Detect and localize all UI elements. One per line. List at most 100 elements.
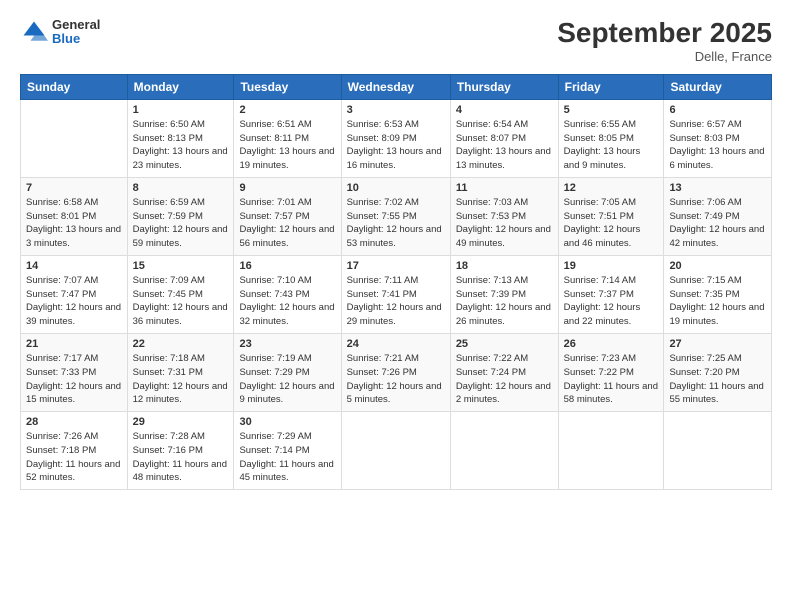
- day-number: 23: [239, 338, 335, 350]
- calendar-cell: [558, 412, 664, 490]
- location: Delle, France: [557, 49, 772, 64]
- calendar-cell: 13 Sunrise: 7:06 AM Sunset: 7:49 PM Dayli…: [664, 177, 772, 255]
- calendar-cell: 17 Sunrise: 7:11 AM Sunset: 7:41 PM Dayli…: [341, 255, 450, 333]
- logo-icon: [20, 18, 48, 46]
- header: General Blue September 2025 Delle, Franc…: [20, 18, 772, 64]
- day-number: 13: [669, 182, 766, 194]
- day-number: 1: [133, 104, 229, 116]
- calendar-cell: 5Sunrise: 6:55 AM Sunset: 8:05 PM Daylig…: [558, 99, 664, 177]
- day-header-monday: Monday: [127, 74, 234, 99]
- day-number: 4: [456, 104, 553, 116]
- calendar-cell: 20 Sunrise: 7:15 AM Sunset: 7:35 PM Dayli…: [664, 255, 772, 333]
- calendar-cell: 30Sunrise: 7:29 AM Sunset: 7:14 PM Dayli…: [234, 412, 341, 490]
- calendar-cell: 25Sunrise: 7:22 AM Sunset: 7:24 PM Dayli…: [450, 333, 558, 411]
- day-number: 18: [456, 260, 553, 272]
- calendar-cell: 16 Sunrise: 7:10 AM Sunset: 7:43 PM Dayli…: [234, 255, 341, 333]
- day-info: Sunrise: 6:53 AM Sunset: 8:09 PM Dayligh…: [347, 118, 445, 173]
- day-number: 29: [133, 416, 229, 428]
- calendar-cell: 12Sunrise: 7:05 AM Sunset: 7:51 PM Dayli…: [558, 177, 664, 255]
- day-info: Sunrise: 7:22 AM Sunset: 7:24 PM Dayligh…: [456, 352, 553, 407]
- calendar-cell: [450, 412, 558, 490]
- calendar-cell: [664, 412, 772, 490]
- day-number: 22: [133, 338, 229, 350]
- month-title: September 2025: [557, 18, 772, 49]
- day-number: 14: [26, 260, 122, 272]
- calendar-week-5: 28Sunrise: 7:26 AM Sunset: 7:18 PM Dayli…: [21, 412, 772, 490]
- day-info: Sunrise: 7:28 AM Sunset: 7:16 PM Dayligh…: [133, 430, 229, 485]
- day-info: Sunrise: 7:14 AM Sunset: 7:37 PM Dayligh…: [564, 274, 659, 329]
- day-number: 19: [564, 260, 659, 272]
- day-info: Sunrise: 7:15 AM Sunset: 7:35 PM Dayligh…: [669, 274, 766, 329]
- day-header-friday: Friday: [558, 74, 664, 99]
- calendar-cell: 9 Sunrise: 7:01 AM Sunset: 7:57 PM Daylig…: [234, 177, 341, 255]
- calendar-cell: 29 Sunrise: 7:28 AM Sunset: 7:16 PM Dayli…: [127, 412, 234, 490]
- day-number: 6: [669, 104, 766, 116]
- day-number: 27: [669, 338, 766, 350]
- day-info: Sunrise: 7:07 AM Sunset: 7:47 PM Dayligh…: [26, 274, 122, 329]
- calendar-cell: 1Sunrise: 6:50 AM Sunset: 8:13 PM Daylig…: [127, 99, 234, 177]
- day-number: 21: [26, 338, 122, 350]
- day-info: Sunrise: 6:51 AM Sunset: 8:11 PM Dayligh…: [239, 118, 335, 173]
- calendar-cell: 2Sunrise: 6:51 AM Sunset: 8:11 PM Daylig…: [234, 99, 341, 177]
- day-number: 15: [133, 260, 229, 272]
- day-number: 3: [347, 104, 445, 116]
- calendar-cell: 11 Sunrise: 7:03 AM Sunset: 7:53 PM Dayli…: [450, 177, 558, 255]
- day-info: Sunrise: 7:18 AM Sunset: 7:31 PM Dayligh…: [133, 352, 229, 407]
- calendar-week-3: 14 Sunrise: 7:07 AM Sunset: 7:47 PM Dayli…: [21, 255, 772, 333]
- calendar-cell: [341, 412, 450, 490]
- day-info: Sunrise: 7:26 AM Sunset: 7:18 PM Dayligh…: [26, 430, 122, 485]
- calendar-cell: 23 Sunrise: 7:19 AM Sunset: 7:29 PM Dayli…: [234, 333, 341, 411]
- logo-blue-text: Blue: [52, 32, 100, 46]
- day-number: 11: [456, 182, 553, 194]
- day-info: Sunrise: 7:09 AM Sunset: 7:45 PM Dayligh…: [133, 274, 229, 329]
- calendar-cell: 6 Sunrise: 6:57 AM Sunset: 8:03 PM Daylig…: [664, 99, 772, 177]
- day-info: Sunrise: 7:19 AM Sunset: 7:29 PM Dayligh…: [239, 352, 335, 407]
- logo: General Blue: [20, 18, 100, 47]
- day-number: 16: [239, 260, 335, 272]
- day-info: Sunrise: 7:01 AM Sunset: 7:57 PM Dayligh…: [239, 196, 335, 251]
- calendar-cell: 7Sunrise: 6:58 AM Sunset: 8:01 PM Daylig…: [21, 177, 128, 255]
- day-header-sunday: Sunday: [21, 74, 128, 99]
- day-header-thursday: Thursday: [450, 74, 558, 99]
- calendar-cell: 21 Sunrise: 7:17 AM Sunset: 7:33 PM Dayli…: [21, 333, 128, 411]
- day-number: 10: [347, 182, 445, 194]
- day-info: Sunrise: 7:25 AM Sunset: 7:20 PM Dayligh…: [669, 352, 766, 407]
- day-info: Sunrise: 7:13 AM Sunset: 7:39 PM Dayligh…: [456, 274, 553, 329]
- day-info: Sunrise: 7:03 AM Sunset: 7:53 PM Dayligh…: [456, 196, 553, 251]
- calendar-cell: 10 Sunrise: 7:02 AM Sunset: 7:55 PM Dayli…: [341, 177, 450, 255]
- calendar-cell: 27 Sunrise: 7:25 AM Sunset: 7:20 PM Dayli…: [664, 333, 772, 411]
- calendar-cell: 3 Sunrise: 6:53 AM Sunset: 8:09 PM Daylig…: [341, 99, 450, 177]
- day-number: 20: [669, 260, 766, 272]
- calendar-cell: 19 Sunrise: 7:14 AM Sunset: 7:37 PM Dayli…: [558, 255, 664, 333]
- calendar-week-4: 21 Sunrise: 7:17 AM Sunset: 7:33 PM Dayli…: [21, 333, 772, 411]
- day-info: Sunrise: 6:55 AM Sunset: 8:05 PM Dayligh…: [564, 118, 659, 173]
- day-info: Sunrise: 7:11 AM Sunset: 7:41 PM Dayligh…: [347, 274, 445, 329]
- day-number: 7: [26, 182, 122, 194]
- day-number: 9: [239, 182, 335, 194]
- day-info: Sunrise: 7:23 AM Sunset: 7:22 PM Dayligh…: [564, 352, 659, 407]
- calendar-week-2: 7Sunrise: 6:58 AM Sunset: 8:01 PM Daylig…: [21, 177, 772, 255]
- day-info: Sunrise: 7:17 AM Sunset: 7:33 PM Dayligh…: [26, 352, 122, 407]
- day-info: Sunrise: 6:57 AM Sunset: 8:03 PM Dayligh…: [669, 118, 766, 173]
- calendar-cell: 22 Sunrise: 7:18 AM Sunset: 7:31 PM Dayli…: [127, 333, 234, 411]
- calendar-cell: 8Sunrise: 6:59 AM Sunset: 7:59 PM Daylig…: [127, 177, 234, 255]
- day-info: Sunrise: 7:02 AM Sunset: 7:55 PM Dayligh…: [347, 196, 445, 251]
- calendar-cell: 15 Sunrise: 7:09 AM Sunset: 7:45 PM Dayli…: [127, 255, 234, 333]
- calendar-cell: [21, 99, 128, 177]
- day-info: Sunrise: 7:05 AM Sunset: 7:51 PM Dayligh…: [564, 196, 659, 251]
- day-info: Sunrise: 7:06 AM Sunset: 7:49 PM Dayligh…: [669, 196, 766, 251]
- day-number: 26: [564, 338, 659, 350]
- day-header-tuesday: Tuesday: [234, 74, 341, 99]
- calendar-cell: 26 Sunrise: 7:23 AM Sunset: 7:22 PM Dayli…: [558, 333, 664, 411]
- calendar-cell: 14 Sunrise: 7:07 AM Sunset: 7:47 PM Dayli…: [21, 255, 128, 333]
- calendar-cell: 4 Sunrise: 6:54 AM Sunset: 8:07 PM Daylig…: [450, 99, 558, 177]
- calendar-table: SundayMondayTuesdayWednesdayThursdayFrid…: [20, 74, 772, 490]
- day-header-saturday: Saturday: [664, 74, 772, 99]
- day-info: Sunrise: 6:54 AM Sunset: 8:07 PM Dayligh…: [456, 118, 553, 173]
- day-number: 30: [239, 416, 335, 428]
- day-header-wednesday: Wednesday: [341, 74, 450, 99]
- day-info: Sunrise: 7:10 AM Sunset: 7:43 PM Dayligh…: [239, 274, 335, 329]
- logo-general-text: General: [52, 18, 100, 32]
- day-number: 17: [347, 260, 445, 272]
- calendar-week-1: 1Sunrise: 6:50 AM Sunset: 8:13 PM Daylig…: [21, 99, 772, 177]
